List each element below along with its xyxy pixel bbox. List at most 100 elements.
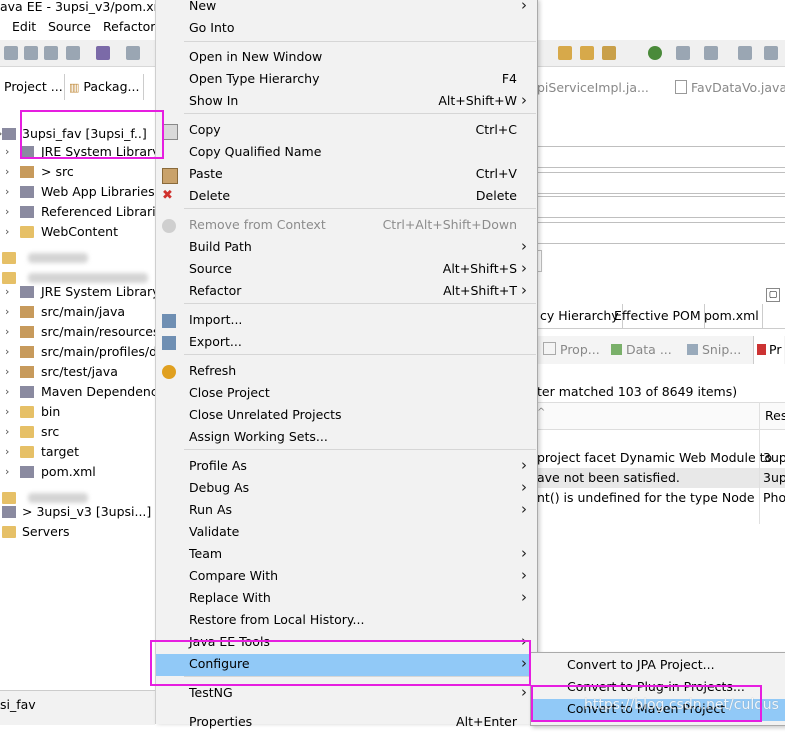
menu-item-show-in[interactable]: Show In Alt+Shift+W › <box>156 91 537 113</box>
menu-item-shortcut: Alt+Shift+S <box>442 261 517 276</box>
expand-arrow-icon[interactable]: › <box>5 222 9 242</box>
menu-item-testng[interactable]: TestNG › <box>156 683 537 705</box>
menu-item-run-as[interactable]: Run As › <box>156 500 537 522</box>
menu-item-refactor[interactable]: Refactor Alt+Shift+T › <box>156 281 537 303</box>
menu-item-refresh[interactable]: Refresh <box>156 361 537 383</box>
column-resource[interactable]: Res <box>765 408 785 423</box>
menu-item-label: Convert to Plug-in Projects... <box>567 679 745 694</box>
menu-item-export[interactable]: Export... <box>156 332 537 354</box>
menu-item-restore-from-local-history[interactable]: Restore from Local History... <box>156 610 537 632</box>
open-type-icon[interactable] <box>558 46 572 60</box>
expand-arrow-icon[interactable]: › <box>5 442 9 462</box>
globe-icon[interactable] <box>648 46 662 60</box>
table-row[interactable]: project facet Dynamic Web Module to 3up <box>537 448 785 468</box>
menu-item-java-ee-tools[interactable]: Java EE Tools › <box>156 632 537 654</box>
menu-edit[interactable]: Edit <box>12 19 36 34</box>
xml-file-icon <box>20 466 34 478</box>
run-icon[interactable] <box>126 46 140 60</box>
menu-item-new[interactable]: New › <box>156 0 537 18</box>
menu-item-open-in-new-window[interactable]: Open in New Window <box>156 47 537 69</box>
tab-service-impl[interactable]: piServiceImpl.ja... <box>537 80 649 95</box>
submenu-arrow-icon: › <box>521 478 527 496</box>
tab-effective-pom[interactable]: Effective POM <box>611 304 705 328</box>
menu-item-debug-as[interactable]: Debug As › <box>156 478 537 500</box>
tab-properties[interactable]: Prop... <box>543 342 600 357</box>
back-icon[interactable] <box>738 46 752 60</box>
menu-item-remove-from-context[interactable]: Remove from Context Ctrl+Alt+Shift+Down <box>156 215 537 237</box>
editor-field-4[interactable] <box>537 222 785 244</box>
skip-breakpoints-icon[interactable] <box>96 46 110 60</box>
editor-field-1[interactable] <box>537 146 785 168</box>
tab-pom-xml[interactable]: pom.xml <box>701 304 763 328</box>
menu-item-delete[interactable]: ✖ Delete Delete <box>156 186 537 208</box>
menu-item-validate[interactable]: Validate <box>156 522 537 544</box>
menu-item-shortcut: Ctrl+V <box>475 166 517 181</box>
menu-item-profile-as[interactable]: Profile As › <box>156 456 537 478</box>
submenu-arrow-icon: › <box>521 566 527 584</box>
sort-icon: ^ <box>537 407 546 418</box>
new-icon[interactable] <box>4 46 18 60</box>
tab-package-explorer[interactable]: ▥ Packag... <box>64 74 145 100</box>
menu-refactor[interactable]: Refactor <box>103 19 155 34</box>
editor-field-2[interactable] <box>537 172 785 194</box>
menu-item-close-project[interactable]: Close Project <box>156 383 537 405</box>
forward-icon[interactable] <box>764 46 778 60</box>
tab-dependency-hierarchy[interactable]: cy Hierarchy <box>537 304 623 328</box>
menu-item-convert-to-jpa[interactable]: Convert to JPA Project... <box>531 655 785 677</box>
menu-item-compare-with[interactable]: Compare With › <box>156 566 537 588</box>
configure-submenu: Convert to JPA Project... Convert to Plu… <box>530 652 785 726</box>
library-icon <box>20 146 34 158</box>
menu-item-label: Profile As <box>189 458 247 473</box>
menu-item-label: Validate <box>189 524 240 539</box>
expand-arrow-icon[interactable]: › <box>5 202 9 222</box>
menu-item-go-into[interactable]: Go Into <box>156 18 537 40</box>
collapse-icon[interactable]: ▢ <box>766 288 780 302</box>
save-all-icon[interactable] <box>44 46 58 60</box>
print-icon[interactable] <box>66 46 80 60</box>
expand-arrow-icon[interactable]: › <box>5 162 9 182</box>
tab-data-source[interactable]: Data ... <box>611 342 672 357</box>
search-tool-icon[interactable] <box>602 46 616 60</box>
menu-item-properties[interactable]: Properties Alt+Enter <box>156 712 537 734</box>
tab-snippets[interactable]: Snip... <box>687 342 741 357</box>
menu-item-open-type-hierarchy[interactable]: Open Type Hierarchy F4 <box>156 69 537 91</box>
expand-arrow-icon[interactable]: › <box>5 382 9 402</box>
expand-arrow-icon[interactable]: › <box>5 302 9 322</box>
annotation-nav-icon[interactable] <box>676 46 690 60</box>
menu-source[interactable]: Source <box>48 19 91 34</box>
table-row[interactable]: nt() is undefined for the type Node Pho <box>537 488 785 508</box>
menu-item-copy-qualified-name[interactable]: Copy Qualified Name <box>156 142 537 164</box>
menu-item-source[interactable]: Source Alt+Shift+S › <box>156 259 537 281</box>
open-task-icon[interactable] <box>580 46 594 60</box>
expand-arrow-icon[interactable]: › <box>5 462 9 482</box>
menu-item-assign-working-sets[interactable]: Assign Working Sets... <box>156 427 537 449</box>
save-icon[interactable] <box>24 46 38 60</box>
expand-arrow-icon[interactable]: › <box>5 422 9 442</box>
expand-arrow-icon[interactable]: › <box>5 322 9 342</box>
menu-item-replace-with[interactable]: Replace With › <box>156 588 537 610</box>
expand-arrow-icon[interactable]: › <box>5 282 9 302</box>
tab-favdatavo[interactable]: FavDataVo.java <box>691 80 785 95</box>
menu-item-build-path[interactable]: Build Path › <box>156 237 537 259</box>
table-row[interactable]: ave not been satisfied. 3up <box>537 468 785 488</box>
menu-item-close-unrelated-projects[interactable]: Close Unrelated Projects <box>156 405 537 427</box>
next-annotation-icon[interactable] <box>704 46 718 60</box>
menu-item-import[interactable]: Import... <box>156 310 537 332</box>
tree-item-label: WebContent <box>41 224 118 239</box>
tab-package-explorer-label: Packag... <box>83 79 140 94</box>
expand-arrow-icon[interactable]: › <box>5 342 9 362</box>
menu-item-team[interactable]: Team › <box>156 544 537 566</box>
tree-item-label: Maven Dependencie <box>41 384 169 399</box>
tab-project-explorer[interactable]: Project ... <box>0 74 67 100</box>
menu-item-configure[interactable]: Configure › <box>156 654 537 676</box>
expand-arrow-icon[interactable]: › <box>5 402 9 422</box>
expand-arrow-icon[interactable]: › <box>5 182 9 202</box>
menu-item-copy[interactable]: Copy Ctrl+C <box>156 120 537 142</box>
expand-arrow-icon[interactable]: › <box>5 362 9 382</box>
menu-item-convert-to-plugin[interactable]: Convert to Plug-in Projects... <box>531 677 785 699</box>
project-icon <box>2 492 16 504</box>
menu-item-paste[interactable]: Paste Ctrl+V <box>156 164 537 186</box>
editor-field-3[interactable] <box>537 196 785 218</box>
expand-arrow-icon[interactable]: › <box>5 142 9 162</box>
tab-problems[interactable]: Pr <box>753 336 785 364</box>
